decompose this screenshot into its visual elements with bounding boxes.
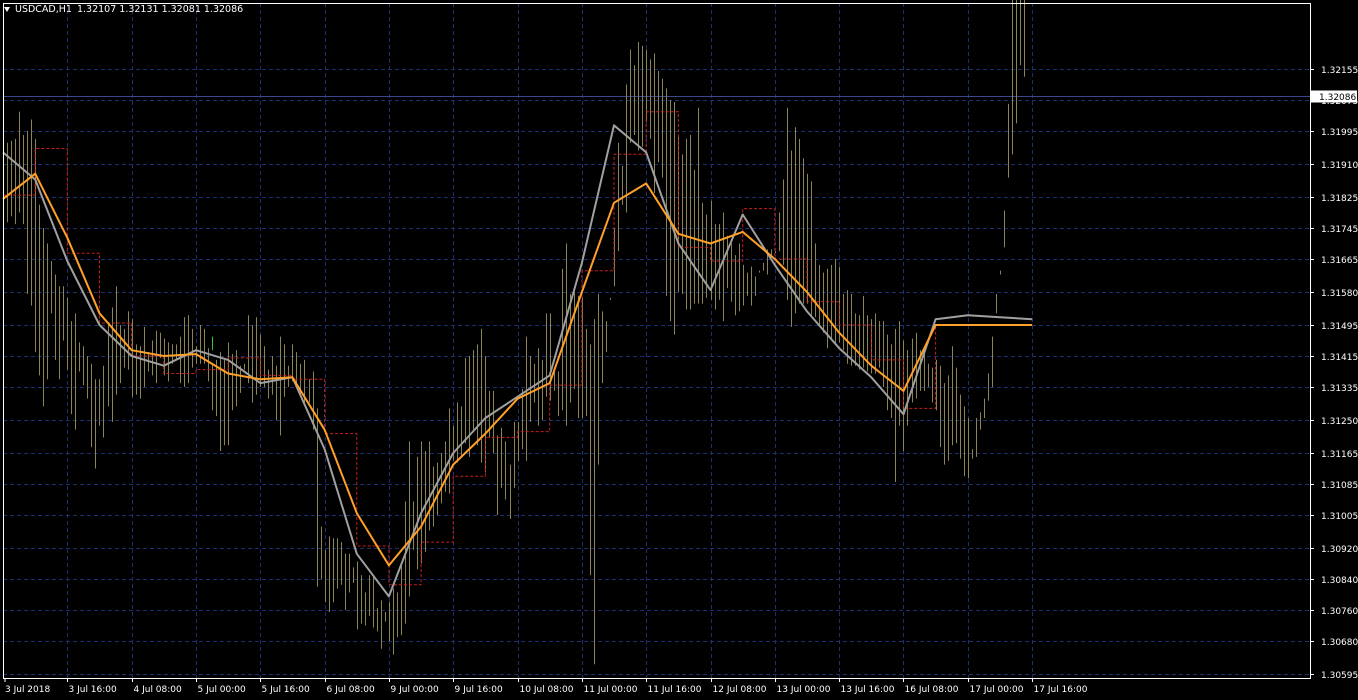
grid [3, 3, 1310, 678]
ma-step-line [3, 111, 1033, 586]
x-tick-label: 5 Jul 00:00 [198, 685, 247, 695]
x-tick-label: 3 Jul 16:00 [69, 685, 118, 695]
y-tick-label: 1.31910 [1321, 161, 1358, 171]
x-tick-label: 12 Jul 08:00 [713, 685, 767, 695]
y-tick-label: 1.31580 [1321, 289, 1358, 299]
x-tick-label: 17 Jul 16:00 [1034, 685, 1088, 695]
price-bars [3, 0, 1025, 665]
x-tick-label: 4 Jul 08:00 [134, 685, 183, 695]
x-tick-label: 11 Jul 00:00 [584, 685, 638, 695]
x-tick-label: 17 Jul 00:00 [970, 685, 1024, 695]
chart-window[interactable]: 1.321551.320751.319951.319101.318251.317… [0, 0, 1358, 700]
y-tick-label: 1.31495 [1321, 322, 1358, 332]
y-tick-label: 1.30920 [1321, 545, 1358, 555]
ohlc-values: 1.32107 1.32131 1.32081 1.32086 [76, 4, 244, 15]
x-tick-label: 10 Jul 08:00 [520, 685, 574, 695]
x-tick-label: 9 Jul 00:00 [391, 685, 440, 695]
ma-slow-line [2, 172, 1033, 567]
x-tick-label: 9 Jul 16:00 [455, 685, 504, 695]
time-axis[interactable]: 3 Jul 2018 3 Jul 16:00 4 Jul 08:00 5 Jul 00… [4, 678, 1088, 695]
x-tick-label: 5 Jul 16:00 [262, 685, 311, 695]
y-tick-label: 1.31335 [1321, 384, 1358, 394]
y-tick-label: 1.30840 [1321, 576, 1358, 586]
x-tick-label: 6 Jul 08:00 [327, 685, 376, 695]
symbol-label: USDCAD,H1 [15, 4, 72, 15]
y-tick-label: 1.31415 [1321, 353, 1358, 363]
chart-frame [3, 3, 1311, 679]
x-tick-label: 13 Jul 00:00 [777, 685, 831, 695]
y-tick-label: 1.31005 [1321, 512, 1358, 522]
y-tick-label: 1.31250 [1321, 417, 1358, 427]
y-tick-label: 1.31745 [1321, 225, 1358, 235]
x-tick-label: 3 Jul 2018 [5, 685, 50, 695]
y-tick-label: 1.31165 [1321, 450, 1358, 460]
y-tick-label: 1.30680 [1321, 638, 1358, 648]
x-tick-label: 11 Jul 16:00 [648, 685, 702, 695]
y-tick-label: 1.31665 [1321, 256, 1358, 266]
x-tick-label: 13 Jul 16:00 [841, 685, 895, 695]
y-tick-label: 1.30760 [1321, 607, 1358, 617]
y-tick-label: 1.32155 [1321, 66, 1358, 76]
y-tick-label: 1.30595 [1321, 671, 1358, 681]
price-chart[interactable]: 1.321551.320751.319951.319101.318251.317… [0, 0, 1358, 700]
x-tick-label: 16 Jul 08:00 [905, 685, 959, 695]
y-tick-label: 1.31085 [1321, 481, 1358, 491]
chart-header: USDCAD,H1 1.32107 1.32131 1.32081 1.3208… [4, 3, 243, 16]
ma-fast-line [2, 124, 1033, 598]
current-price-label: 1.32086 [1319, 93, 1356, 103]
y-tick-label: 1.31825 [1321, 194, 1358, 204]
price-axis[interactable]: 1.321551.320751.319951.319101.318251.317… [1310, 66, 1358, 681]
chart-menu-triangle-icon[interactable] [4, 7, 10, 12]
y-tick-label: 1.31995 [1321, 128, 1358, 138]
